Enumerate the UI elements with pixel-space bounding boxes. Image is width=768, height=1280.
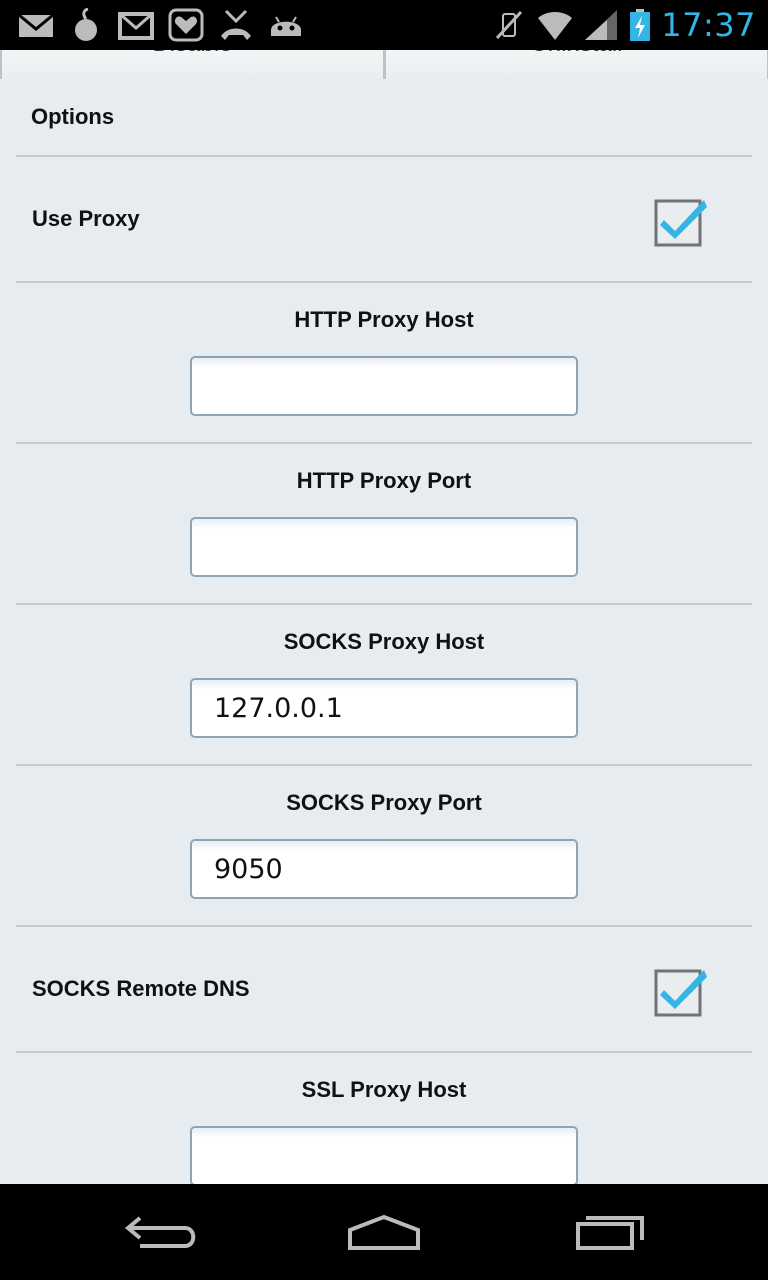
options-list: Options Use Proxy HTTP Proxy Host HTTP P…	[16, 79, 752, 1214]
use-proxy-checkbox[interactable]	[654, 195, 708, 247]
notification-icons	[18, 7, 304, 42]
clock: 17:37	[661, 6, 756, 44]
socks-remote-dns-row[interactable]: SOCKS Remote DNS	[16, 927, 752, 1053]
status-bar: 17:37	[0, 0, 768, 50]
socks-proxy-port-field-box	[190, 839, 578, 899]
wifi-icon	[537, 8, 573, 42]
ssl-proxy-host-label: SSL Proxy Host	[301, 1077, 467, 1102]
use-proxy-row[interactable]: Use Proxy	[16, 157, 752, 283]
screen: 17:37 Disable Uninstall Options Use Prox…	[0, 0, 768, 1280]
socks-proxy-port-row: SOCKS Proxy Port	[16, 766, 752, 927]
socks-proxy-host-field-box	[190, 678, 578, 738]
ssl-proxy-host-input[interactable]	[192, 1128, 564, 1184]
recent-apps-icon[interactable]	[560, 1208, 660, 1258]
http-proxy-port-row: HTTP Proxy Port	[16, 444, 752, 605]
uninstall-button[interactable]: Uninstall	[384, 50, 768, 79]
missed-call-icon	[218, 8, 254, 42]
ssl-proxy-host-field-box	[190, 1126, 578, 1186]
navigation-bar	[0, 1184, 768, 1280]
android-debug-icon	[268, 8, 304, 42]
http-proxy-host-input[interactable]	[192, 358, 564, 414]
email-icon	[118, 8, 154, 42]
home-icon[interactable]	[334, 1208, 434, 1258]
battery-charging-icon	[629, 8, 651, 42]
socks-proxy-host-label: SOCKS Proxy Host	[283, 629, 485, 654]
socks-remote-dns-checkbox[interactable]	[654, 965, 708, 1017]
http-proxy-host-field-box	[190, 356, 578, 416]
disable-button[interactable]: Disable	[0, 50, 384, 79]
http-proxy-port-input[interactable]	[192, 519, 564, 575]
socks-proxy-port-label: SOCKS Proxy Port	[286, 790, 482, 815]
heart-app-icon	[168, 8, 204, 42]
options-header: Options	[16, 79, 752, 157]
socks-proxy-port-input[interactable]	[192, 841, 564, 897]
use-proxy-label: Use Proxy	[32, 206, 140, 231]
system-icons: 17:37	[491, 6, 756, 44]
socks-remote-dns-label: SOCKS Remote DNS	[32, 976, 250, 1001]
tor-onion-icon	[68, 7, 104, 42]
disable-button-label: Disable	[2, 50, 383, 58]
top-button-strip: Disable Uninstall	[0, 50, 768, 79]
http-proxy-host-row: HTTP Proxy Host	[16, 283, 752, 444]
http-proxy-port-field-box	[190, 517, 578, 577]
socks-proxy-host-row: SOCKS Proxy Host	[16, 605, 752, 766]
uninstall-button-label: Uninstall	[386, 50, 767, 58]
vibrate-mute-icon	[491, 8, 527, 42]
socks-proxy-host-input[interactable]	[192, 680, 564, 736]
http-proxy-port-label: HTTP Proxy Port	[296, 468, 472, 493]
gmail-icon	[18, 8, 54, 42]
cell-signal-icon	[583, 8, 619, 42]
http-proxy-host-label: HTTP Proxy Host	[294, 307, 474, 332]
back-icon[interactable]	[110, 1208, 210, 1258]
